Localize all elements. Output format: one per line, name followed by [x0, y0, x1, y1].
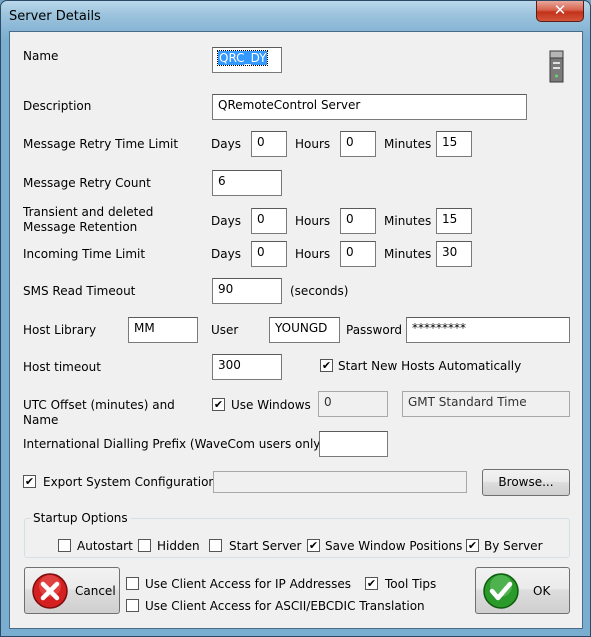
save-positions-label: Save Window Positions [325, 539, 463, 553]
retry-days-field[interactable]: 0 [251, 131, 287, 157]
user-field[interactable]: YOUNGD [269, 317, 340, 343]
retention-days-label: Days [211, 214, 241, 228]
password-label: Password [346, 323, 403, 337]
tool-tips-checkbox[interactable]: ✔ [365, 577, 378, 590]
client-access-ascii-label: Use Client Access for ASCII/EBCDIC Trans… [145, 599, 425, 613]
host-library-label: Host Library [23, 323, 97, 337]
autostart-label: Autostart [77, 539, 133, 553]
sms-timeout-field[interactable]: 90 [212, 278, 282, 304]
window-title: Server Details [9, 9, 101, 24]
description-field[interactable]: QRemoteControl Server [212, 94, 527, 120]
name-value: QRC_DY [216, 50, 269, 66]
start-server-checkbox[interactable] [209, 539, 222, 552]
use-windows-checkbox[interactable]: ✔ [212, 398, 225, 411]
host-timeout-label: Host timeout [23, 360, 101, 374]
retry-minutes-field[interactable]: 15 [436, 131, 472, 157]
ok-button[interactable]: OK [475, 567, 570, 614]
start-hosts-label: Start New Hosts Automatically [338, 359, 522, 373]
by-server-label: By Server [484, 539, 543, 553]
user-label: User [211, 323, 239, 337]
seconds-label: (seconds) [290, 284, 349, 298]
retry-hours-field[interactable]: 0 [340, 131, 376, 157]
client-access-ip-checkbox[interactable] [126, 577, 139, 590]
cancel-x-icon [32, 573, 68, 609]
title-bar: Server Details ✕ [1, 1, 590, 31]
client-access-ascii-checkbox[interactable] [126, 599, 139, 612]
start-server-label: Start Server [229, 539, 302, 553]
dialog-body: Name QRC_DY Description QRemoteControl S… [9, 31, 583, 629]
utc-label-line2: Name [23, 413, 59, 427]
utc-offset-field[interactable]: 0 [318, 391, 388, 417]
utc-name-field[interactable]: GMT Standard Time [402, 391, 570, 417]
host-library-field[interactable]: MM [128, 317, 198, 343]
tool-tips-label: Tool Tips [385, 577, 437, 591]
retry-hours-label: Hours [295, 137, 331, 151]
startup-options-group: Startup Options Autostart Hidden Start S… [24, 511, 570, 558]
ok-label: OK [533, 584, 551, 598]
retention-hours-label: Hours [295, 214, 331, 228]
start-hosts-checkbox[interactable]: ✔ [320, 359, 333, 372]
by-server-checkbox[interactable]: ✔ [466, 539, 479, 552]
host-timeout-field[interactable]: 300 [212, 354, 282, 380]
retention-hours-field[interactable]: 0 [340, 208, 376, 234]
incoming-days-field[interactable]: 0 [251, 241, 287, 267]
dialling-prefix-field[interactable] [319, 431, 388, 457]
incoming-minutes-field[interactable]: 30 [436, 241, 472, 267]
retry-time-label: Message Retry Time Limit [23, 137, 179, 151]
hidden-checkbox[interactable] [138, 539, 151, 552]
retry-days-label: Days [211, 137, 241, 151]
use-windows-label: Use Windows [231, 398, 311, 412]
export-config-label: Export System Configuration [43, 475, 217, 489]
server-icon [549, 50, 564, 83]
cancel-button[interactable]: Cancel [24, 567, 120, 614]
description-label: Description [23, 99, 92, 113]
dialling-prefix-label: International Dialling Prefix (WaveCom u… [23, 437, 326, 451]
incoming-hours-label: Hours [295, 247, 331, 261]
retention-label-line2: Message Retention [23, 220, 138, 234]
incoming-days-label: Days [211, 247, 241, 261]
export-config-checkbox[interactable]: ✔ [23, 475, 36, 488]
name-field[interactable]: QRC_DY [212, 47, 282, 73]
retention-minutes-field[interactable]: 15 [436, 208, 472, 234]
cancel-label: Cancel [75, 584, 116, 598]
autostart-checkbox[interactable] [58, 539, 71, 552]
hidden-label: Hidden [157, 539, 200, 553]
incoming-minutes-label: Minutes [384, 247, 432, 261]
retry-count-label: Message Retry Count [23, 176, 151, 190]
server-details-window: Server Details ✕ Name QRC_DY Description… [0, 0, 591, 637]
incoming-hours-field[interactable]: 0 [340, 241, 376, 267]
retry-count-field[interactable]: 6 [212, 170, 282, 196]
password-field[interactable]: ********* [406, 317, 570, 343]
name-label: Name [23, 49, 59, 63]
retention-minutes-label: Minutes [384, 214, 432, 228]
retention-days-field[interactable]: 0 [251, 208, 287, 234]
utc-label-line1: UTC Offset (minutes) and [23, 398, 175, 412]
retry-minutes-label: Minutes [384, 137, 432, 151]
export-path-field[interactable] [213, 471, 467, 493]
incoming-label: Incoming Time Limit [23, 247, 146, 261]
sms-timeout-label: SMS Read Timeout [23, 284, 136, 298]
browse-button[interactable]: Browse... [482, 469, 570, 496]
close-button[interactable]: ✕ [536, 1, 584, 22]
save-positions-checkbox[interactable]: ✔ [307, 539, 320, 552]
client-access-ip-label: Use Client Access for IP Addresses [145, 577, 352, 591]
retention-label-line1: Transient and deleted [23, 205, 154, 219]
startup-options-title: Startup Options [31, 511, 130, 525]
ok-check-icon [483, 573, 519, 609]
